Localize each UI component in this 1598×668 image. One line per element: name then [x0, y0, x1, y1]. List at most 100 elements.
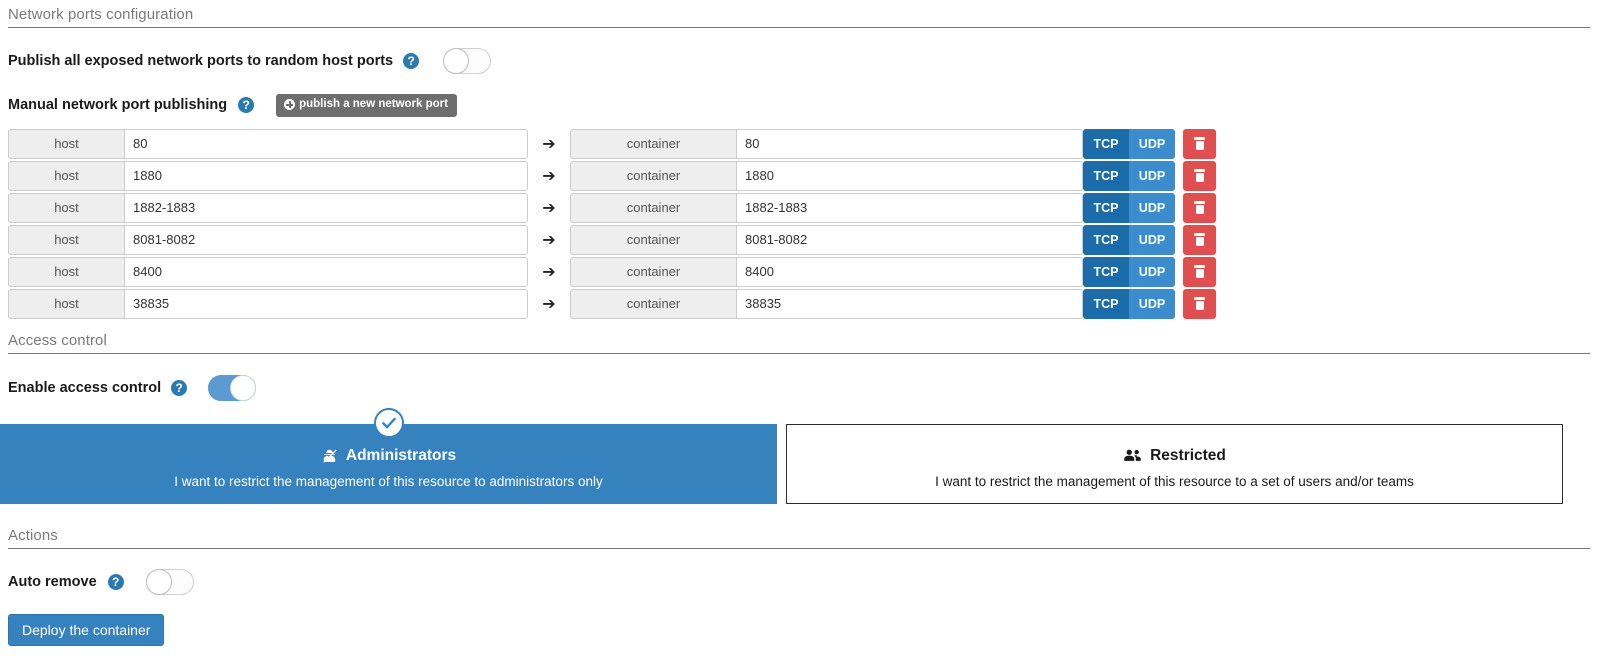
port-mapping-list: host➔containerTCPUDPhost➔containerTCPUDP… — [8, 129, 1590, 319]
protocol-udp-button[interactable]: UDP — [1129, 129, 1175, 159]
port-mapping-row: host ➔container TCPUDP — [8, 193, 1590, 223]
host-port-input[interactable] — [124, 257, 528, 287]
container-port-input[interactable] — [736, 289, 1083, 319]
mapping-arrow-icon: ➔ — [528, 161, 570, 191]
deploy-row: Deploy the container — [8, 614, 1590, 646]
host-port-input[interactable] — [124, 289, 528, 319]
host-addon-label: host — [8, 129, 124, 159]
restricted-description: I want to restrict the management of thi… — [797, 474, 1552, 489]
auto-remove-label: Auto remove — [8, 574, 97, 590]
mapping-arrow-icon: ➔ — [528, 257, 570, 287]
protocol-udp-button[interactable]: UDP — [1129, 161, 1175, 191]
container-addon-label: container — [570, 129, 736, 159]
container-addon-label: container — [570, 257, 736, 287]
question-circle-icon[interactable]: ? — [403, 53, 419, 69]
publish-all-label: Publish all exposed network ports to ran… — [8, 53, 393, 69]
auto-remove-row: Auto remove ? — [8, 569, 1590, 595]
host-addon-label: host — [8, 161, 124, 191]
plus-circle-icon — [284, 99, 295, 110]
delete-port-button[interactable] — [1183, 129, 1216, 159]
container-port-input[interactable] — [736, 257, 1083, 287]
check-circle-icon — [374, 408, 404, 438]
enable-access-control-toggle[interactable] — [208, 375, 256, 401]
host-addon-label: host — [8, 289, 124, 319]
add-network-port-label: publish a new network port — [299, 98, 448, 112]
host-port-input[interactable] — [124, 129, 528, 159]
toggle-knob — [230, 375, 256, 401]
port-mapping-row: host ➔container TCPUDP — [8, 225, 1590, 255]
delete-port-button[interactable] — [1183, 225, 1216, 255]
protocol-udp-button[interactable]: UDP — [1129, 289, 1175, 319]
protocol-tcp-button[interactable]: TCP — [1083, 129, 1129, 159]
host-addon-label: host — [8, 225, 124, 255]
mapping-arrow-icon: ➔ — [528, 193, 570, 223]
delete-port-button[interactable] — [1183, 161, 1216, 191]
container-port-input[interactable] — [736, 161, 1083, 191]
publish-all-row: Publish all exposed network ports to ran… — [8, 48, 1590, 74]
trash-icon — [1194, 201, 1205, 214]
protocol-tcp-button[interactable]: TCP — [1083, 257, 1129, 287]
restricted-title-row: Restricted — [797, 447, 1552, 465]
toggle-knob — [443, 48, 469, 74]
section-header-access-control: Access control — [8, 332, 1590, 354]
manual-publishing-row: Manual network port publishing ? publish… — [8, 94, 1590, 117]
access-option-administrators[interactable]: Administrators I want to restrict the ma… — [0, 424, 777, 504]
trash-icon — [1194, 233, 1205, 246]
toggle-knob — [146, 569, 172, 595]
manual-publishing-label: Manual network port publishing — [8, 97, 227, 113]
host-port-input[interactable] — [124, 225, 528, 255]
question-circle-icon[interactable]: ? — [171, 380, 187, 396]
publish-all-toggle[interactable] — [443, 48, 491, 74]
delete-port-button[interactable] — [1183, 193, 1216, 223]
restricted-title: Restricted — [1150, 447, 1226, 465]
mapping-arrow-icon: ➔ — [528, 289, 570, 319]
trash-icon — [1194, 169, 1205, 182]
administrators-title: Administrators — [346, 447, 456, 465]
protocol-udp-button[interactable]: UDP — [1129, 193, 1175, 223]
container-port-input[interactable] — [736, 193, 1083, 223]
port-mapping-row: host ➔container TCPUDP — [8, 257, 1590, 287]
trash-icon — [1194, 297, 1205, 310]
access-control-options: Administrators I want to restrict the ma… — [0, 424, 1590, 504]
container-addon-label: container — [570, 225, 736, 255]
container-port-input[interactable] — [736, 129, 1083, 159]
enable-access-control-row: Enable access control ? — [8, 375, 1590, 401]
add-network-port-button[interactable]: publish a new network port — [276, 94, 457, 117]
container-addon-label: container — [570, 161, 736, 191]
container-deploy-form: Network ports configuration Publish all … — [0, 6, 1598, 668]
protocol-udp-button[interactable]: UDP — [1129, 225, 1175, 255]
access-option-restricted[interactable]: Restricted I want to restrict the manage… — [786, 424, 1563, 504]
port-mapping-row: host ➔container TCPUDP — [8, 289, 1590, 319]
port-mapping-row: host ➔container TCPUDP — [8, 161, 1590, 191]
enable-access-control-label: Enable access control — [8, 380, 161, 396]
host-port-input[interactable] — [124, 193, 528, 223]
mapping-arrow-icon: ➔ — [528, 129, 570, 159]
trash-icon — [1194, 265, 1205, 278]
question-circle-icon[interactable]: ? — [238, 97, 254, 113]
host-addon-label: host — [8, 193, 124, 223]
trash-icon — [1194, 137, 1205, 150]
container-port-input[interactable] — [736, 225, 1083, 255]
section-header-network-ports: Network ports configuration — [8, 6, 1590, 28]
user-secret-icon — [321, 448, 338, 464]
protocol-tcp-button[interactable]: TCP — [1083, 225, 1129, 255]
administrators-title-row: Administrators — [11, 447, 766, 465]
question-circle-icon[interactable]: ? — [108, 574, 124, 590]
host-addon-label: host — [8, 257, 124, 287]
auto-remove-toggle[interactable] — [146, 569, 194, 595]
port-mapping-row: host ➔container TCPUDP — [8, 129, 1590, 159]
deploy-container-button[interactable]: Deploy the container — [8, 614, 164, 646]
delete-port-button[interactable] — [1183, 257, 1216, 287]
protocol-tcp-button[interactable]: TCP — [1083, 193, 1129, 223]
protocol-tcp-button[interactable]: TCP — [1083, 289, 1129, 319]
delete-port-button[interactable] — [1183, 289, 1216, 319]
protocol-tcp-button[interactable]: TCP — [1083, 161, 1129, 191]
users-icon — [1123, 448, 1142, 463]
container-addon-label: container — [570, 193, 736, 223]
host-port-input[interactable] — [124, 161, 528, 191]
administrators-description: I want to restrict the management of thi… — [11, 474, 766, 489]
container-addon-label: container — [570, 289, 736, 319]
protocol-udp-button[interactable]: UDP — [1129, 257, 1175, 287]
mapping-arrow-icon: ➔ — [528, 225, 570, 255]
section-header-actions: Actions — [8, 527, 1590, 549]
